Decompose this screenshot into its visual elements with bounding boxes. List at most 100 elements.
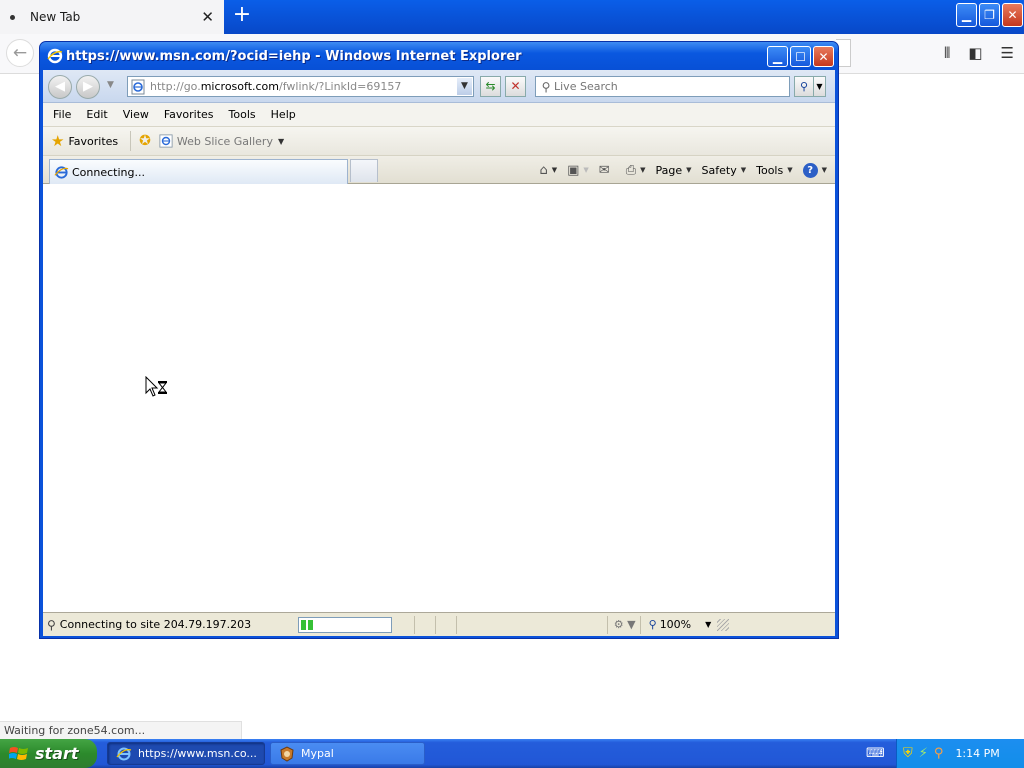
- ie-new-tab-button[interactable]: [350, 159, 378, 182]
- taskbar-item-label: https://www.msn.co...: [138, 747, 257, 760]
- taskbar: start https://www.msn.co... Mypal ⌨ ⛨ ⚡ …: [0, 739, 1024, 768]
- network-icon[interactable]: ⚡: [919, 746, 928, 761]
- safety-dropdown-icon[interactable]: ▼: [741, 166, 746, 174]
- page-dropdown-icon[interactable]: ▼: [686, 166, 691, 174]
- web-slice-gallery-link[interactable]: Web Slice Gallery ▼: [159, 134, 284, 148]
- favorites-label: Favorites: [68, 134, 119, 148]
- ie-window-controls: ▁ ☐ ✕: [767, 46, 834, 67]
- safety-menu-button[interactable]: Safety: [702, 164, 737, 177]
- protected-mode-icon[interactable]: ⚙ ▼: [614, 618, 636, 631]
- tools-menu-button[interactable]: Tools: [756, 164, 783, 177]
- search-tray-icon[interactable]: ⚲: [934, 746, 944, 761]
- clock: 1:14 PM: [955, 747, 1000, 760]
- taskbar-item-ie[interactable]: https://www.msn.co...: [107, 742, 265, 765]
- ie-tab-icon: [54, 165, 69, 179]
- menu-tools[interactable]: Tools: [229, 108, 256, 121]
- ie-progress-bar: [297, 616, 392, 633]
- new-tab-button[interactable]: +: [230, 3, 254, 29]
- feeds-dropdown-icon[interactable]: ▼: [583, 166, 588, 174]
- search-go-button[interactable]: ⚲: [794, 76, 814, 97]
- keyboard-icon[interactable]: ⌨: [866, 746, 885, 761]
- menu-icon[interactable]: ☰: [1001, 44, 1014, 62]
- ie-search-box[interactable]: ⚲: [535, 76, 790, 97]
- back-button[interactable]: ←: [6, 39, 34, 67]
- favorites-separator: [130, 131, 132, 151]
- stop-button[interactable]: ✕: [505, 76, 526, 97]
- security-shield-icon[interactable]: ⛨: [903, 746, 913, 761]
- close-button[interactable]: ✕: [1002, 3, 1023, 27]
- feeds-icon[interactable]: ▣: [567, 163, 579, 178]
- start-label: start: [35, 744, 79, 763]
- mypal-icon: [280, 745, 294, 762]
- start-button[interactable]: start: [0, 739, 97, 768]
- busy-cursor-icon: [145, 376, 168, 397]
- print-icon[interactable]: ⎙: [626, 163, 636, 178]
- ie-command-bar: ⌂ ▼ ▣ ▼ ✉ ⎙ ▼ Page ▼ Safety ▼ Tools ▼ ? …: [539, 160, 827, 180]
- library-icon[interactable]: ⫴: [944, 44, 950, 62]
- status-divider: [606, 615, 608, 634]
- ie-titlebar[interactable]: https://www.msn.com/?ocid=iehp - Windows…: [40, 42, 838, 70]
- ie-tab-connecting[interactable]: Connecting...: [49, 159, 348, 184]
- ie-page-content[interactable]: [43, 185, 835, 612]
- sidebar-icon[interactable]: ◧: [968, 44, 982, 62]
- address-dropdown-icon[interactable]: ▼: [457, 78, 472, 95]
- browser-tab-new-tab[interactable]: New Tab ✕: [0, 0, 224, 34]
- ie-minimize-button[interactable]: ▁: [767, 46, 788, 67]
- print-dropdown-icon[interactable]: ▼: [640, 166, 645, 174]
- home-dropdown-icon[interactable]: ▼: [552, 166, 557, 174]
- resize-grip-icon[interactable]: [717, 618, 730, 631]
- windows-flag-icon: [9, 746, 28, 760]
- ie-maximize-button[interactable]: ☐: [790, 46, 811, 67]
- ie-icon: [116, 747, 132, 760]
- ie-favorites-bar: ★ Favorites ✪ Web Slice Gallery ▼: [43, 127, 835, 156]
- status-divider: [434, 615, 436, 634]
- menu-help[interactable]: Help: [271, 108, 296, 121]
- zoom-icon: ⚲: [648, 618, 657, 631]
- menu-view[interactable]: View: [123, 108, 149, 121]
- menu-edit[interactable]: Edit: [86, 108, 107, 121]
- zoom-dropdown-icon[interactable]: ▼: [705, 620, 711, 629]
- ie-close-button[interactable]: ✕: [813, 46, 834, 67]
- close-tab-icon[interactable]: ✕: [201, 8, 214, 26]
- page-menu-button[interactable]: Page: [656, 164, 683, 177]
- add-to-favorites-icon[interactable]: ✪: [139, 133, 151, 149]
- tools-dropdown-icon[interactable]: ▼: [787, 166, 792, 174]
- menu-file[interactable]: File: [53, 108, 71, 121]
- search-icon: ⚲: [541, 79, 551, 94]
- ie-logo-icon: [47, 48, 63, 64]
- search-input[interactable]: [554, 80, 774, 93]
- ie-recent-pages-icon[interactable]: ▼: [107, 80, 114, 90]
- page-icon: [131, 79, 145, 94]
- ie-window: https://www.msn.com/?ocid=iehp - Windows…: [39, 41, 839, 639]
- web-slice-gallery-label: Web Slice Gallery: [176, 134, 273, 148]
- taskbar-item-mypal[interactable]: Mypal: [270, 742, 425, 765]
- browser-status-text: Waiting for zone54.com...: [0, 721, 242, 739]
- help-icon[interactable]: ?: [802, 162, 818, 178]
- chevron-down-icon: ▼: [277, 136, 285, 146]
- refresh-button[interactable]: ⇆: [480, 76, 501, 97]
- ie-address-bar[interactable]: http://go.microsoft.com/fwlink/?LinkId=6…: [127, 76, 474, 97]
- favorites-button[interactable]: ★ Favorites: [51, 132, 118, 150]
- ie-tab-row: Connecting... ⌂ ▼ ▣ ▼ ✉ ⎙ ▼ Page ▼ Safet…: [43, 156, 835, 184]
- ie-page-icon: [159, 134, 173, 148]
- status-divider: [413, 615, 415, 634]
- ie-forward-button[interactable]: ▶: [76, 75, 100, 99]
- window-controls: ▁ ❐ ✕: [956, 3, 1023, 27]
- system-tray: ⛨ ⚡ ⚲ 1:14 PM: [896, 739, 1024, 768]
- mail-icon[interactable]: ✉: [599, 163, 610, 178]
- help-dropdown-icon[interactable]: ▼: [822, 166, 827, 174]
- ie-status-bar: ⚲ Connecting to site 204.79.197.203 ⚙ ▼ …: [43, 612, 835, 636]
- taskbar-item-label: Mypal: [301, 747, 334, 760]
- tab-title: New Tab: [30, 10, 81, 24]
- zoom-control[interactable]: ⚲ 100% ▼: [649, 618, 712, 631]
- ie-tab-label: Connecting...: [72, 165, 145, 179]
- restore-button[interactable]: ❐: [979, 3, 1000, 27]
- search-options-icon[interactable]: ▼: [814, 76, 826, 97]
- ie-back-button[interactable]: ◀: [48, 75, 72, 99]
- minimize-button[interactable]: ▁: [956, 3, 977, 27]
- ie-progress-fill: [300, 619, 314, 630]
- status-divider: [639, 615, 641, 634]
- ie-menu-bar: File Edit View Favorites Tools Help: [43, 103, 835, 127]
- menu-favorites[interactable]: Favorites: [164, 108, 214, 121]
- home-icon[interactable]: ⌂: [539, 163, 547, 178]
